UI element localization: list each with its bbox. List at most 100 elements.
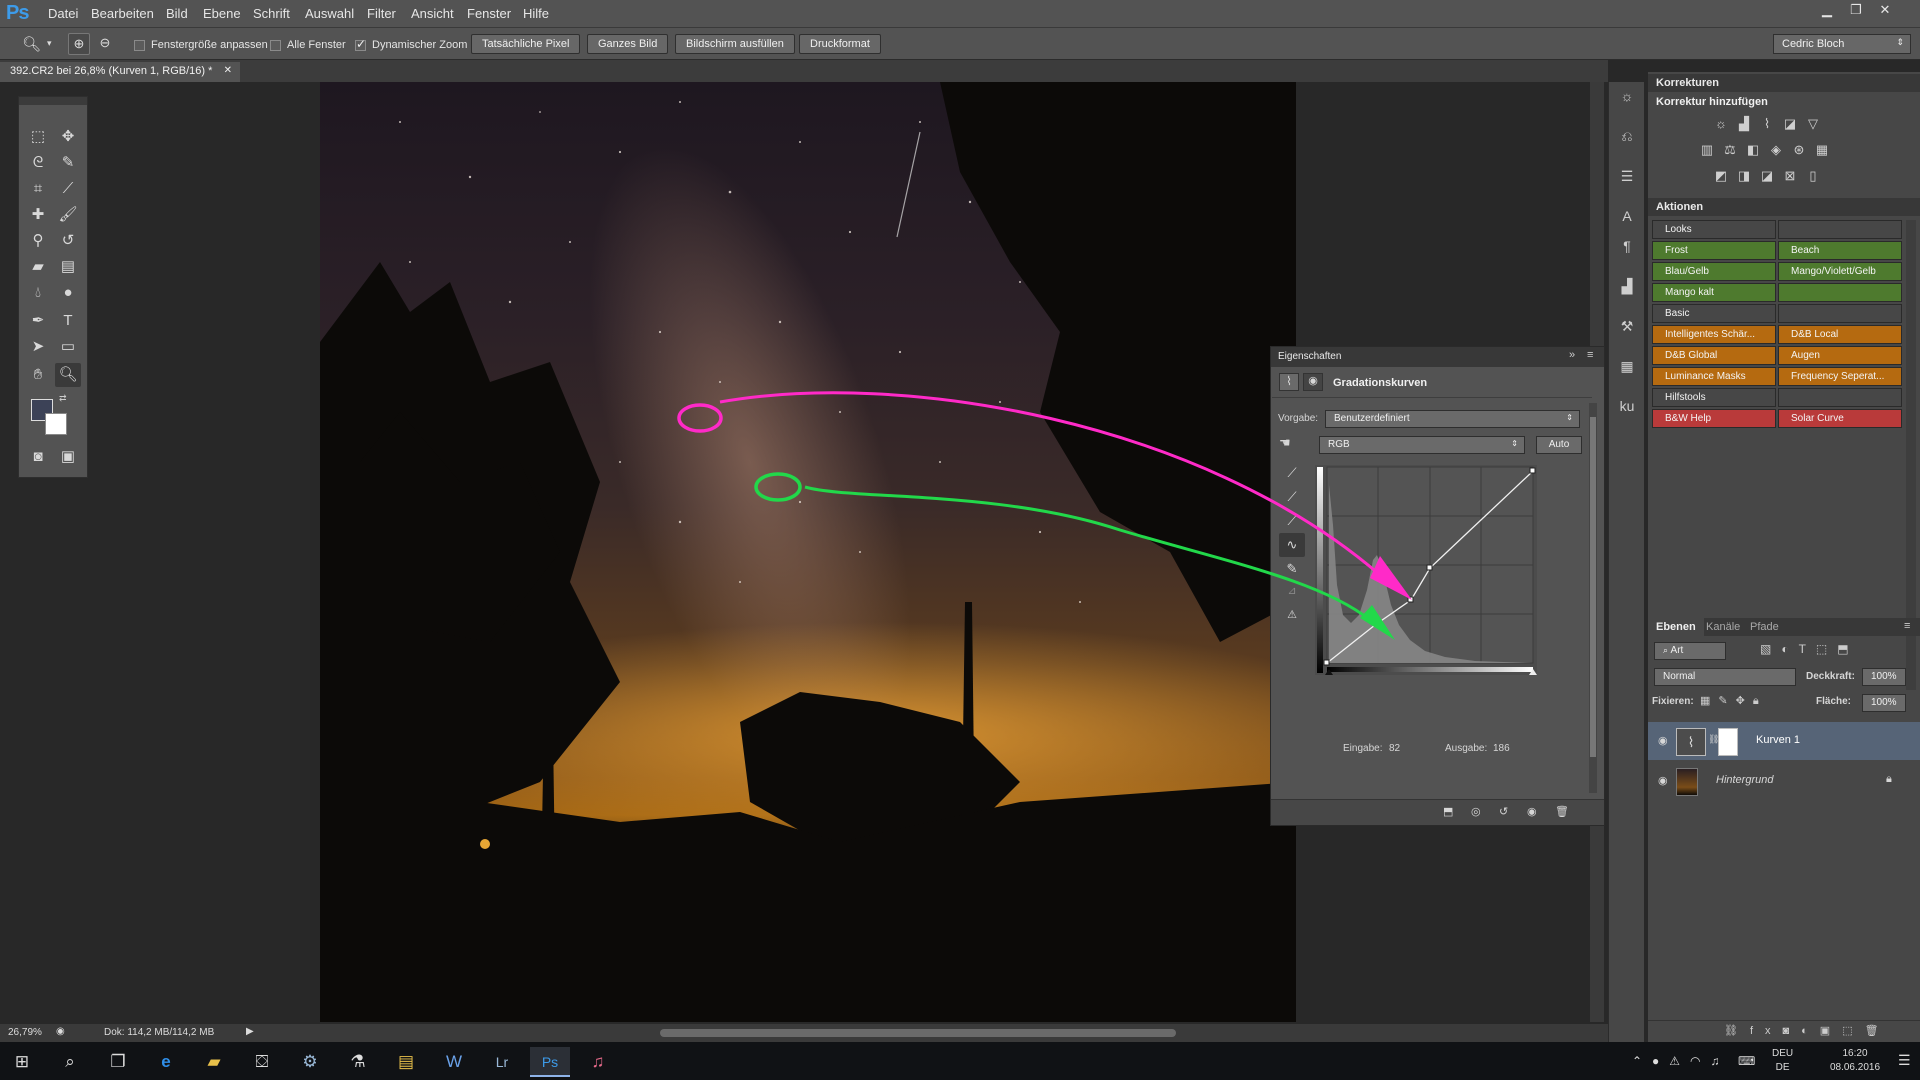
all-windows-checkbox[interactable]	[270, 40, 281, 51]
pencil-draw-icon[interactable]: ✎	[1279, 557, 1305, 581]
channel-select[interactable]: RGB ⇕	[1319, 436, 1525, 454]
search-icon[interactable]: ⌕	[50, 1047, 90, 1077]
fit-window-checkbox[interactable]	[134, 40, 145, 51]
language-indicator[interactable]: DEU DE	[1772, 1047, 1793, 1075]
selective-color-icon[interactable]: ⊠	[1781, 168, 1799, 184]
move-icon[interactable]: ✥	[55, 125, 81, 149]
properties-scrollbar[interactable]	[1589, 403, 1597, 793]
background-color-swatch[interactable]	[45, 413, 67, 435]
chevron-down-icon[interactable]: ▾	[47, 38, 52, 49]
menu-auswahl[interactable]: Auswahl	[305, 6, 354, 21]
keyboard-icon[interactable]: ⌨	[1738, 1054, 1755, 1068]
action-button[interactable]	[1778, 283, 1902, 302]
paragraph-icon[interactable]: ¶	[1617, 238, 1637, 258]
input-value[interactable]: 82	[1389, 743, 1400, 754]
zoom-out-icon[interactable]: ⊖	[94, 33, 116, 55]
visibility-icon[interactable]: ◉	[1527, 805, 1537, 818]
curves-adjustment-icon[interactable]: ⌇	[1279, 373, 1299, 391]
posterize-icon[interactable]: ◨	[1735, 168, 1753, 184]
channel-mixer-icon[interactable]: ⊛	[1790, 142, 1808, 158]
tray-icons[interactable]: ⌃●⚠◠♫	[1632, 1054, 1730, 1068]
close-icon[interactable]: ✕	[1874, 2, 1896, 20]
action-button[interactable]: Frost	[1652, 241, 1776, 260]
zoom-level[interactable]: 26,79%	[8, 1027, 42, 1038]
action-button[interactable]: B&W Help	[1652, 409, 1776, 428]
sun-icon[interactable]: ☼	[1617, 88, 1637, 108]
black-point-eyedropper-icon[interactable]: ⟋	[1279, 461, 1305, 485]
action-button[interactable]: Looks	[1652, 220, 1776, 239]
action-button[interactable]: Mango kalt	[1652, 283, 1776, 302]
swap-colors-icon[interactable]: ⇄	[59, 393, 67, 404]
menu-filter[interactable]: Filter	[367, 6, 396, 21]
clip-to-layer-icon[interactable]: ⬒	[1443, 805, 1453, 818]
curves-icon[interactable]: ⌇	[1758, 116, 1776, 132]
chevron-right-icon[interactable]: ▶	[246, 1026, 254, 1037]
menu-schrift[interactable]: Schrift	[253, 6, 290, 21]
layer-filter-select[interactable]: ⌕ Art	[1654, 642, 1726, 660]
fit-screen-button[interactable]: Ganzes Bild	[587, 34, 669, 54]
hand-icon[interactable]: ✋︎	[25, 363, 51, 387]
action-button[interactable]: Augen	[1778, 346, 1902, 365]
menu-bild[interactable]: Bild	[166, 6, 188, 21]
blend-mode-select[interactable]: Normal	[1654, 668, 1796, 686]
reset-icon[interactable]: ↺	[1499, 805, 1508, 818]
view-previous-icon[interactable]: ◎	[1471, 805, 1481, 818]
black-white-icon[interactable]: ◧	[1744, 142, 1762, 158]
levels-icon[interactable]: ▟	[1735, 116, 1753, 132]
eye-icon[interactable]: ◉	[1658, 734, 1668, 747]
channels-icon[interactable]: ▦	[1617, 358, 1637, 378]
tool-presets-icon[interactable]: ⚒	[1617, 318, 1637, 338]
properties-header[interactable]: Eigenschaften » ≡	[1271, 347, 1604, 367]
photo-filter-icon[interactable]: ◈	[1767, 142, 1785, 158]
gray-point-eyedropper-icon[interactable]: ⟋	[1279, 485, 1305, 509]
gradient-icon[interactable]: ▤	[55, 255, 81, 279]
file-explorer-icon[interactable]: ▰	[194, 1047, 234, 1077]
menu-ansicht[interactable]: Ansicht	[411, 6, 454, 21]
mask-icon[interactable]: ◉	[1303, 373, 1323, 391]
adjustments-panel-header[interactable]: Korrekturen	[1648, 74, 1920, 92]
photoshop-taskbar-icon[interactable]: Ps	[530, 1047, 570, 1077]
color-balance-icon[interactable]: ⚖	[1721, 142, 1739, 158]
action-button[interactable]: Hilfstools	[1652, 388, 1776, 407]
lasso-icon[interactable]: ᘓ	[25, 151, 51, 175]
menu-ebene[interactable]: Ebene	[203, 6, 241, 21]
layer-filter-icons[interactable]: ▧◐T⬚⬒	[1760, 642, 1859, 656]
stamp-icon[interactable]: ⚲	[25, 229, 51, 253]
tab-ebenen[interactable]: Ebenen	[1648, 618, 1704, 636]
notifications-icon[interactable]: ☰	[1898, 1052, 1911, 1069]
itunes-icon[interactable]: ♫	[578, 1047, 618, 1077]
path-select-icon[interactable]: ➤	[25, 335, 51, 359]
threshold-icon[interactable]: ◪	[1758, 168, 1776, 184]
lock-icons[interactable]: ▦✎✥🔒︎	[1700, 694, 1767, 708]
action-button[interactable]: Basic	[1652, 304, 1776, 323]
healing-brush-icon[interactable]: ✚	[25, 203, 51, 227]
actions-panel-header[interactable]: Aktionen	[1648, 198, 1920, 216]
folder-icon[interactable]: ▤	[386, 1047, 426, 1077]
action-button[interactable]: Luminance Masks	[1652, 367, 1776, 386]
kuler-icon[interactable]: ku	[1617, 398, 1637, 418]
curves-graph[interactable]	[1315, 465, 1537, 675]
info-icon[interactable]: ◉	[56, 1026, 65, 1037]
crop-icon[interactable]: ⌗	[25, 177, 51, 201]
hue-saturation-icon[interactable]: ▥	[1698, 142, 1716, 158]
action-button[interactable]: D&B Local	[1778, 325, 1902, 344]
history-icon[interactable]: ⎌	[1617, 128, 1637, 148]
layer-footer-icons[interactable]: ⛓fx◙◐▣⬚🗑︎	[1724, 1024, 1891, 1037]
menu-bearbeiten[interactable]: Bearbeiten	[91, 6, 154, 21]
gradient-map-icon[interactable]: ▯	[1804, 168, 1822, 184]
word-icon[interactable]: W	[434, 1047, 474, 1077]
target-adjust-icon[interactable]: ☚	[1279, 435, 1291, 451]
preset-select[interactable]: Benutzerdefiniert ⇕	[1325, 410, 1580, 428]
lightroom-icon[interactable]: Lr	[482, 1047, 522, 1077]
brightness-icon[interactable]: ☼	[1712, 116, 1730, 132]
type-icon[interactable]: T	[55, 309, 81, 333]
document-tab[interactable]: 392.CR2 bei 26,8% (Kurven 1, RGB/16) * ✕	[0, 62, 240, 82]
zoom-icon[interactable]: 🔍︎	[55, 363, 81, 387]
brush-icon[interactable]: 🖌︎	[55, 203, 81, 227]
curve-edit-icon[interactable]: ∿	[1279, 533, 1305, 557]
marquee-icon[interactable]: ⬚	[25, 125, 51, 149]
layer-comps-icon[interactable]: ☰	[1617, 168, 1637, 188]
fill-screen-button[interactable]: Bildschirm ausfüllen	[675, 34, 795, 54]
quick-mask-icon[interactable]: ◙	[25, 445, 51, 469]
character-icon[interactable]: A	[1617, 208, 1637, 228]
